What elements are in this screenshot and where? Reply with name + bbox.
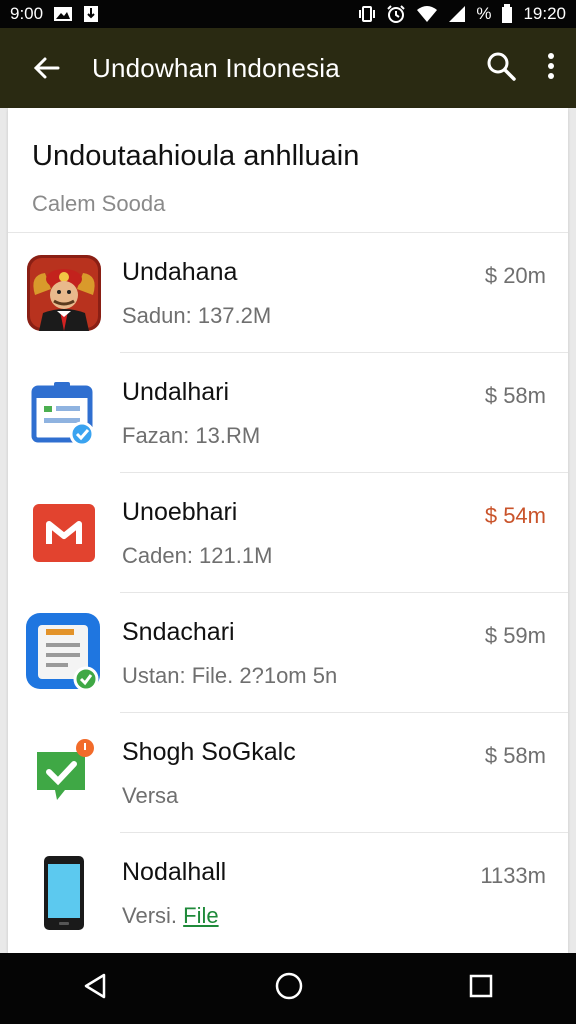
arrow-left-icon — [33, 57, 60, 79]
status-bar: 9:00 % 19:20 — [0, 0, 576, 28]
back-button[interactable] — [0, 54, 92, 82]
item-price: $ 20m — [484, 263, 546, 288]
item-meta: Fazan: 13.RM — [122, 422, 261, 448]
overflow-menu-button[interactable] — [546, 51, 556, 86]
list-item[interactable]: Sndachari Ustan: File. 2?1om 5n $ 59m — [8, 593, 568, 713]
more-vert-icon — [548, 52, 554, 79]
nav-recents-button[interactable] — [468, 973, 494, 1004]
navigation-bar — [0, 953, 576, 1024]
status-clock: 19:20 — [523, 4, 566, 23]
item-price: 1133m — [480, 863, 546, 888]
nav-back-button[interactable] — [82, 972, 110, 1005]
item-price: $ 58m — [484, 743, 546, 768]
item-price: $ 54m — [484, 503, 546, 528]
item-price: $ 59m — [484, 623, 546, 648]
list-item[interactable]: Unoebhari Caden: 121.1M $ 54m — [8, 473, 568, 593]
section-title: Undoutaahioula anhlluain — [32, 140, 360, 172]
app-bar-title: Undowhan Indonesia — [92, 52, 340, 83]
item-meta: Versa — [122, 782, 179, 808]
phone-app-icon — [8, 854, 120, 932]
battery-icon — [501, 4, 513, 24]
item-meta: Versi. File — [122, 903, 568, 929]
status-time: 9:00 — [10, 4, 44, 23]
triangle-back-icon — [84, 973, 106, 999]
square-recents-icon — [469, 974, 493, 998]
list-item[interactable]: Nodalhall Versi. File 1133m — [8, 833, 568, 953]
list-item[interactable]: Shogh SoGkalc Versa $ 58m — [8, 713, 568, 833]
list-item[interactable]: Undalhari Fazan: 13.RM $ 58m — [8, 353, 568, 473]
image-notification-icon — [53, 6, 73, 22]
wifi-icon — [416, 5, 438, 23]
chat-check-app-icon — [8, 738, 120, 808]
search-icon — [487, 52, 516, 81]
item-price: $ 58m — [484, 383, 546, 408]
nav-home-button[interactable] — [274, 971, 304, 1006]
content-card: Undoutaahioula anhlluain Calem Sooda Und… — [8, 108, 568, 953]
item-meta: Ustan: File. 2?1om 5n — [122, 662, 338, 688]
item-meta-prefix: Versi. — [122, 902, 178, 928]
section-subtitle: Calem Sooda — [32, 191, 166, 216]
search-button[interactable] — [486, 51, 516, 86]
battery-percent: % — [476, 4, 492, 23]
mail-app-icon — [8, 504, 120, 562]
signal-icon — [448, 5, 466, 23]
notes-app-icon — [8, 613, 120, 693]
vibrate-icon — [358, 5, 376, 23]
item-meta: Sadun: 137.2M — [122, 302, 272, 328]
calendar-app-icon — [8, 378, 120, 448]
app-bar: Undowhan Indonesia — [0, 28, 576, 108]
download-notification-icon — [83, 5, 99, 23]
mascot-app-icon — [8, 255, 120, 331]
circle-home-icon — [275, 972, 303, 1000]
file-link[interactable]: File — [183, 903, 218, 928]
item-meta: Caden: 121.1M — [122, 542, 273, 568]
section-header: Undoutaahioula anhlluain Calem Sooda — [8, 108, 568, 233]
alarm-icon — [386, 4, 406, 24]
list-item[interactable]: Undahana Sadun: 137.2M $ 20m — [8, 233, 568, 353]
